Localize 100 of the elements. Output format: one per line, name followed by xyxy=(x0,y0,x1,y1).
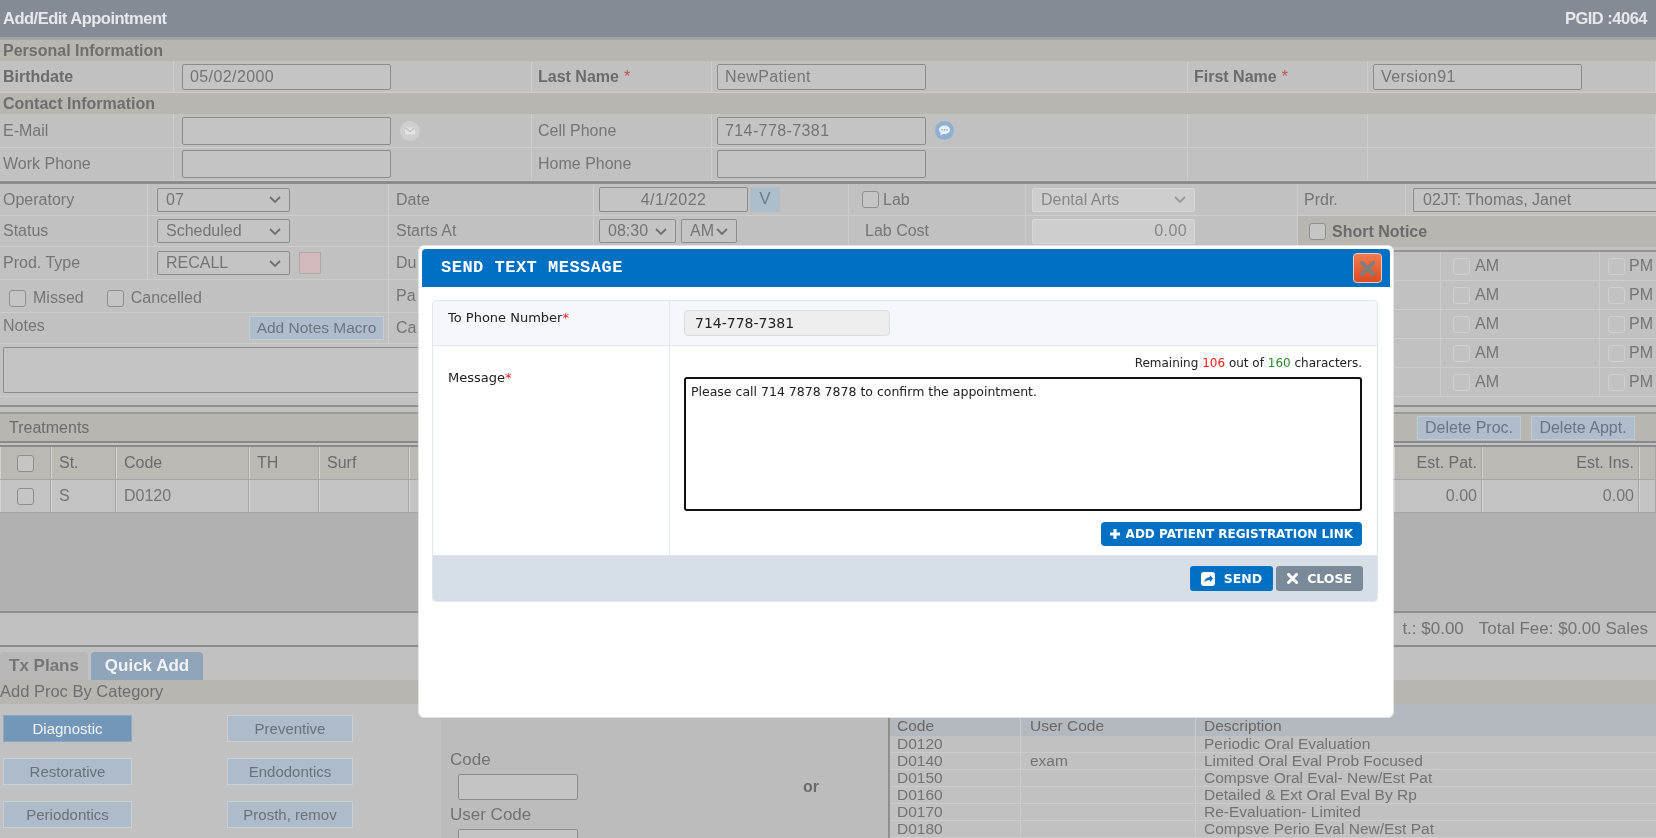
phone-number-field[interactable]: 714-778-7381 xyxy=(684,310,890,336)
checkbox[interactable] xyxy=(9,289,26,307)
field-label: Cell Phone xyxy=(538,120,617,141)
window-title: Add/Edit Appointment xyxy=(3,8,167,29)
provider-select[interactable]: 02JT: Thomas, Janet xyxy=(1413,187,1656,212)
add-notes-macro-button[interactable]: Add Notes Macro xyxy=(249,316,384,340)
checkbox-label: PM xyxy=(1629,372,1653,392)
notes-field[interactable] xyxy=(3,347,418,393)
table-cell: D0120 xyxy=(116,480,249,513)
message-field[interactable]: Please call 714 7878 7878 to confirm the appointment. xyxy=(684,377,1362,511)
category-button[interactable]: Prosth, remov xyxy=(227,801,353,828)
table-cell-text: Re-Evaluation- Limited xyxy=(1203,804,1362,820)
tab[interactable]: Quick Add xyxy=(91,652,203,680)
checkbox-label: PM xyxy=(1629,314,1653,334)
checkbox-label: Missed xyxy=(33,288,84,308)
operatory-select[interactable]: 07 xyxy=(157,187,290,212)
date-field[interactable]: 4/1/2022 xyxy=(599,187,748,212)
field-label: First Name * xyxy=(1194,66,1288,87)
tab[interactable]: Tx Plans xyxy=(0,652,88,680)
email-field[interactable] xyxy=(182,116,391,145)
checkbox[interactable] xyxy=(1309,223,1326,240)
column-header: St. xyxy=(51,447,116,480)
category-button[interactable]: Restorative xyxy=(3,758,132,785)
chat-bubble-icon[interactable] xyxy=(935,121,954,140)
close-button[interactable]: CLOSE xyxy=(1276,566,1363,591)
table-cell: 0.00 xyxy=(1482,480,1639,513)
birthdate-field[interactable]: 05/02/2000 xyxy=(182,63,391,90)
checkbox-label: AM xyxy=(1475,343,1499,363)
category-button[interactable]: Preventive xyxy=(227,715,353,742)
category-button[interactable]: Periodontics xyxy=(3,801,132,828)
table-cell: D0120 xyxy=(890,736,1021,752)
last-name-field[interactable]: NewPatient xyxy=(717,63,926,90)
email-icon[interactable] xyxy=(400,120,420,141)
checkbox-label: Lab xyxy=(883,189,910,210)
table-cell: D0180 xyxy=(890,821,1021,837)
field-label: Date xyxy=(396,189,430,210)
section-title: Treatments xyxy=(9,417,90,438)
field-label: Last Name * xyxy=(538,66,631,87)
table-cell-text: Compsve Oral Eval- New/Est Pat xyxy=(1203,770,1434,786)
table-cell: 0.00 xyxy=(1394,480,1482,513)
code-field[interactable] xyxy=(458,774,578,800)
field-label: User Code xyxy=(450,806,533,824)
table-cell: D0140 xyxy=(890,753,1021,769)
delete-button[interactable]: Delete Appt. xyxy=(1531,415,1635,440)
field-label: Birthdate xyxy=(3,66,74,87)
totals-text: t.: $0.00 xyxy=(1402,618,1464,640)
field-label: Operatory xyxy=(3,189,75,210)
table-cell-text: Detailed & Ext Oral Eval By Rp xyxy=(1203,787,1418,803)
field-label: Message* xyxy=(448,370,512,385)
phone-field[interactable] xyxy=(182,150,391,178)
status-select[interactable]: Scheduled xyxy=(157,219,290,243)
checkbox-label: Cancelled xyxy=(130,288,202,308)
field-label: Notes xyxy=(3,316,45,336)
section-header: Personal Information xyxy=(0,40,1656,61)
field-label: To Phone Number* xyxy=(448,310,569,325)
totals-text: Total Fee: $0.00 Sales xyxy=(1478,618,1648,640)
field-label: Status xyxy=(3,221,49,241)
checkbox-label: PM xyxy=(1629,285,1653,305)
section-header: Contact Information xyxy=(0,93,1656,114)
category-button[interactable]: Endodontics xyxy=(227,758,353,785)
date-button[interactable]: V xyxy=(750,187,780,212)
column-header: Est. Pat. xyxy=(1394,447,1482,480)
prod-type-select[interactable]: RECALL xyxy=(157,251,290,275)
cell-phone-field[interactable]: 714-778-7381 xyxy=(717,116,926,145)
close-icon xyxy=(1287,573,1299,584)
field-label: E-Mail xyxy=(3,120,49,141)
caret-icon xyxy=(269,227,281,235)
checkbox[interactable] xyxy=(16,487,34,505)
caret-icon xyxy=(1174,196,1186,203)
field-label: Ca xyxy=(396,318,417,338)
user-code-field[interactable] xyxy=(458,829,578,838)
field-label: Home Phone xyxy=(538,154,632,174)
checkbox-label: AM xyxy=(1475,285,1499,305)
send-button[interactable]: SEND xyxy=(1189,566,1274,591)
checkbox-label: Short Notice xyxy=(1332,221,1428,242)
color-swatch-icon xyxy=(299,252,321,274)
caret-icon xyxy=(716,227,728,235)
time-select[interactable]: 08:30 xyxy=(599,219,676,243)
checkbox-label: AM xyxy=(1475,256,1499,276)
caret-icon xyxy=(269,196,281,203)
column-header xyxy=(1639,447,1656,480)
checkbox-label: AM xyxy=(1475,372,1499,392)
period-select[interactable]: AM xyxy=(681,219,737,243)
or-text: or xyxy=(803,777,819,797)
field-label: Lab Cost xyxy=(865,221,930,241)
field-label: Prod. Type xyxy=(3,253,81,273)
table-cell: D0160 xyxy=(890,787,1021,803)
add-registration-link-button[interactable]: ADD PATIENT REGISTRATION LINK xyxy=(1100,522,1362,546)
column-header: TH xyxy=(249,447,319,480)
dialog-title: SEND TEXT MESSAGE xyxy=(441,257,623,279)
category-button[interactable]: Diagnostic xyxy=(3,715,132,742)
column-header: Description xyxy=(1203,718,1283,736)
checkbox[interactable] xyxy=(16,454,34,472)
checkbox[interactable] xyxy=(106,289,124,307)
delete-button[interactable]: Delete Proc. xyxy=(1417,415,1521,440)
first-name-field[interactable]: Version91 xyxy=(1373,63,1582,90)
close-button[interactable] xyxy=(1353,253,1382,283)
table-cell: D0170 xyxy=(890,804,1021,820)
phone-field[interactable] xyxy=(717,150,926,178)
table-cell: S xyxy=(51,480,116,513)
